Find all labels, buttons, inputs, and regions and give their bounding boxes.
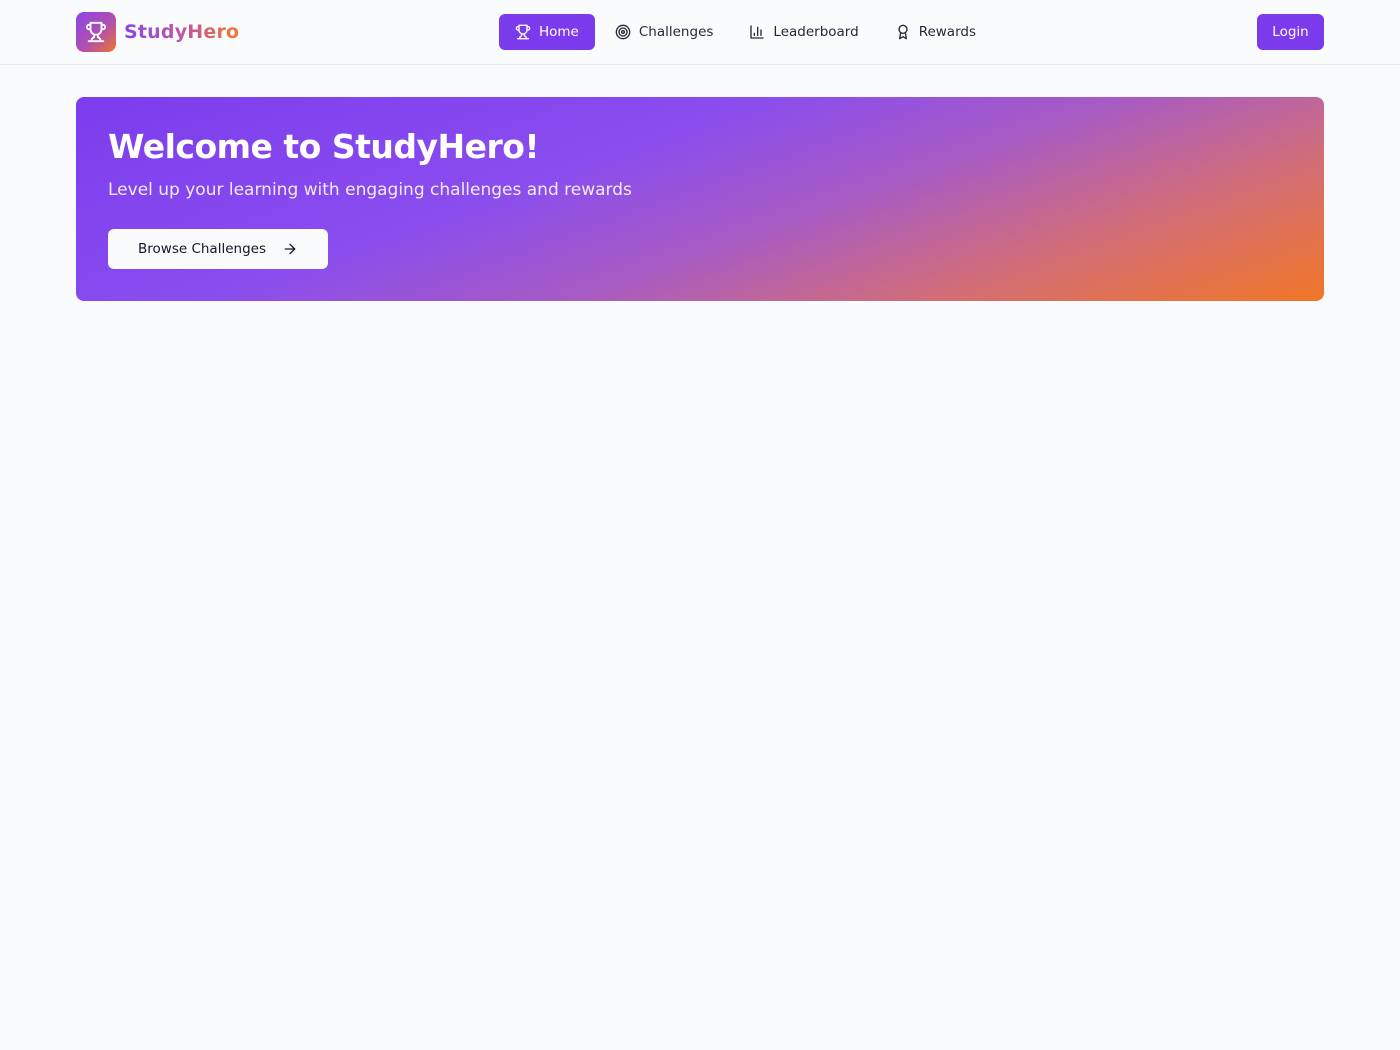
hero-banner: Welcome to StudyHero! Level up your lear… bbox=[76, 97, 1324, 301]
nav-item-rewards[interactable]: Rewards bbox=[879, 14, 992, 50]
nav-item-label: Leaderboard bbox=[773, 24, 859, 40]
main-nav: Home Challenges Leaderboard Rewards bbox=[499, 14, 996, 50]
brand[interactable]: StudyHero bbox=[76, 12, 239, 52]
browse-challenges-button[interactable]: Browse Challenges bbox=[108, 229, 328, 269]
target-icon bbox=[615, 24, 631, 40]
nav-item-label: Rewards bbox=[918, 24, 976, 40]
browse-challenges-label: Browse Challenges bbox=[138, 241, 266, 257]
nav-item-challenges[interactable]: Challenges bbox=[599, 14, 730, 50]
hero-subtitle: Level up your learning with engaging cha… bbox=[108, 180, 632, 200]
trophy-icon bbox=[515, 24, 531, 40]
nav-item-label: Home bbox=[539, 24, 579, 40]
bar-chart-icon bbox=[749, 24, 765, 40]
top-navbar: StudyHero Home Challenges Leaderboard Re… bbox=[0, 0, 1400, 65]
nav-item-leaderboard[interactable]: Leaderboard bbox=[733, 14, 874, 50]
nav-item-label: Challenges bbox=[638, 24, 714, 40]
hero-title: Welcome to StudyHero! bbox=[108, 127, 540, 166]
trophy-icon bbox=[76, 12, 116, 52]
nav-item-home[interactable]: Home bbox=[499, 14, 595, 50]
brand-name: StudyHero bbox=[124, 21, 240, 43]
arrow-right-icon bbox=[282, 241, 298, 257]
award-icon bbox=[895, 24, 911, 40]
login-button[interactable]: Login bbox=[1257, 14, 1324, 50]
